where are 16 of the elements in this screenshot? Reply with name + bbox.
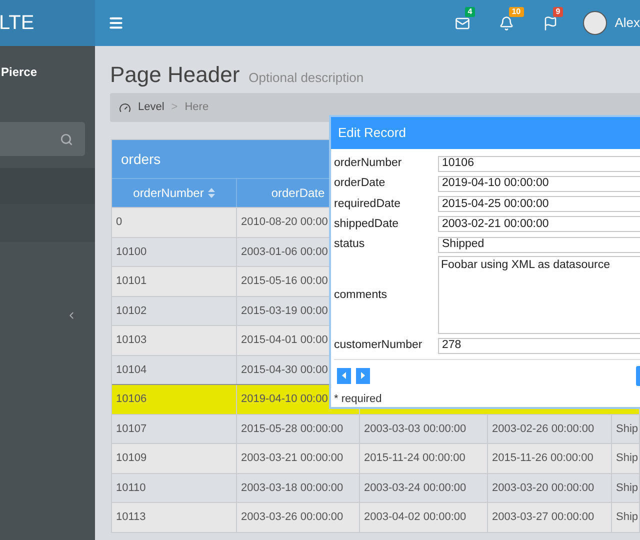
notification-count: 4 <box>464 7 476 17</box>
table-cell: 2003-04-02 00:00:00 <box>360 503 488 532</box>
sidebar-user-name: Pierce <box>1 64 38 81</box>
table-title: orders <box>121 150 161 168</box>
dialog-title: Edit Record <box>338 124 406 142</box>
breadcrumb-separator: > <box>171 100 178 116</box>
table-cell: 10113 <box>112 503 237 532</box>
table-cell: Ship <box>612 503 640 532</box>
notification-count: 10 <box>508 7 524 17</box>
notification-count: 9 <box>552 7 564 17</box>
logo-text: LTE <box>0 11 34 36</box>
table-cell: 2003-03-26 00:00:00 <box>237 503 360 532</box>
field-label: orderNumber <box>334 156 403 171</box>
page-title: Page Header <box>110 61 240 89</box>
table-cell: 2003-03-27 00:00:00 <box>488 503 612 532</box>
page-description: Optional description <box>248 69 364 87</box>
